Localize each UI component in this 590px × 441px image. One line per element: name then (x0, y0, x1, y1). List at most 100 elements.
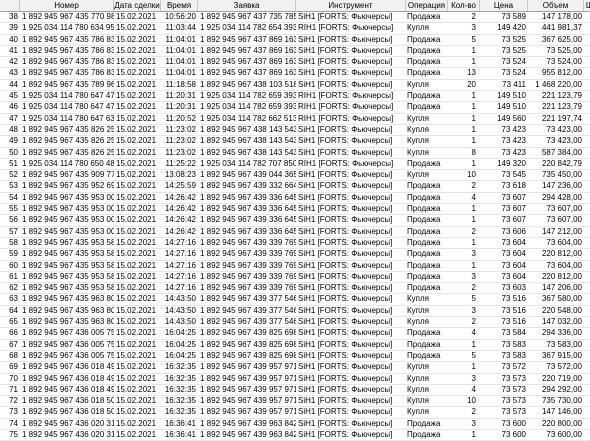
row-number: 64 (9, 305, 18, 315)
table-row[interactable]: 62 1 892 945 967 435 953 586 15.02.2021 14:… (0, 283, 590, 295)
cell-price: 73 584 (501, 328, 526, 338)
cell-instrument: SiH1 [FORTS: Фьючерсы] (298, 294, 393, 304)
cell-price: 73 607 (501, 192, 526, 202)
table-row[interactable]: 46 1 925 034 114 780 647 479 15.02.2021 11:… (0, 102, 590, 114)
cell-time: 11:04:01 (165, 45, 196, 55)
column-header-volume[interactable]: Объем (528, 0, 584, 11)
cell-number: 1 892 945 967 435 786 832 (22, 57, 114, 67)
cell-order: 1 925 034 114 782 662 513 (200, 113, 296, 123)
table-row[interactable]: 73 1 892 945 967 436 018 501 15.02.2021 16:… (0, 407, 590, 419)
table-row[interactable]: 56 1 892 945 967 435 953 006 15.02.2021 14:… (0, 215, 590, 227)
table-row[interactable]: 72 1 892 945 967 436 018 500 15.02.2021 16:… (0, 396, 590, 408)
cell-instrument: SiH1 [FORTS: Фьючерсы] (298, 350, 393, 360)
cell-volume: 73 600,00 (546, 429, 582, 439)
table-row[interactable]: 69 1 892 945 967 436 018 497 15.02.2021 16:… (0, 362, 590, 374)
cell-price: 73 516 (501, 317, 526, 327)
table-row[interactable]: 70 1 892 945 967 436 018 498 15.02.2021 16:… (0, 374, 590, 385)
table-row[interactable]: 63 1 892 945 967 435 963 800 15.02.2021 14:… (0, 294, 590, 306)
cell-price: 73 572 (501, 362, 526, 372)
table-row[interactable]: 52 1 892 945 967 435 909 770 15.02.2021 13:… (0, 170, 590, 182)
cell-number: 1 892 945 967 435 963 800 (22, 294, 114, 304)
cell-time: 14:25:59 (164, 181, 196, 191)
column-header-time[interactable]: Время (161, 0, 198, 11)
table-row[interactable]: 47 1 925 034 114 780 647 633 15.02.2021 11:… (0, 114, 590, 125)
column-header-number[interactable]: Номер (20, 0, 114, 11)
table-row[interactable]: 45 1 925 034 114 780 647 478 15.02.2021 11:… (0, 91, 590, 103)
column-header-instrument[interactable]: Инструмент (296, 0, 406, 11)
table-row[interactable]: 60 1 892 945 967 435 953 584 15.02.2021 14:… (0, 261, 590, 272)
cell-instrument: SiH1 [FORTS: Фьючерсы] (298, 181, 393, 191)
cell-qty: 3 (471, 373, 476, 383)
table-row[interactable]: 42 1 892 945 967 435 786 832 15.02.2021 11:… (0, 57, 590, 69)
cell-order: 1 892 945 967 439 332 664 (200, 181, 296, 191)
cell-price: 149 510 (497, 102, 526, 112)
cell-operation: Купля (407, 362, 429, 372)
table-row[interactable]: 68 1 892 945 967 436 005 752 15.02.2021 16:… (0, 350, 590, 363)
cell-volume: 955 812,00 (541, 68, 582, 78)
cell-operation: Продажа (407, 283, 441, 293)
column-header-order[interactable]: Заявка (198, 0, 296, 11)
cell-date: 15.02.2021 (116, 215, 157, 225)
table-row[interactable]: 55 1 892 945 967 435 953 005 15.02.2021 14:… (0, 204, 590, 216)
cell-price: 73 603 (501, 283, 526, 293)
cell-number: 1 892 945 967 435 953 585 (22, 271, 114, 281)
cell-number: 1 925 034 114 780 647 633 (22, 113, 114, 123)
table-row[interactable]: 71 1 892 945 967 436 018 499 15.02.2021 16:… (0, 385, 590, 397)
cell-date: 15.02.2021 (116, 204, 157, 214)
cell-qty: 1 (471, 237, 476, 247)
table-row[interactable]: 41 1 892 945 967 435 786 831 15.02.2021 11:… (0, 45, 590, 58)
cell-number: 1 892 945 967 436 018 500 (22, 396, 114, 406)
cell-instrument: SiH1 [FORTS: Фьючерсы] (298, 305, 393, 315)
column-header-price[interactable]: Цена (480, 0, 528, 11)
table-row[interactable]: 48 1 892 945 967 435 826 254 15.02.2021 11:… (0, 125, 590, 137)
row-number: 63 (9, 294, 18, 304)
column-header-qty[interactable]: Кол-во (448, 0, 480, 11)
row-number: 44 (9, 79, 18, 89)
column-header-operation[interactable]: Операция (406, 0, 448, 11)
column-header-extra[interactable]: Ш (584, 0, 590, 11)
table-row[interactable]: 58 1 892 945 967 435 953 582 15.02.2021 14:… (0, 237, 590, 250)
cell-price: 149 320 (497, 158, 526, 168)
cell-operation: Купля (407, 305, 429, 315)
cell-volume: 147 206,00 (541, 283, 582, 293)
table-row[interactable]: 75 1 892 945 967 436 020 317 15.02.2021 16:… (0, 430, 590, 441)
row-number: 38 (9, 12, 18, 21)
table-row[interactable]: 53 1 892 945 967 435 952 692 15.02.2021 14:… (0, 181, 590, 193)
cell-number: 1 892 945 967 436 018 497 (22, 362, 114, 372)
cell-operation: Продажа (407, 271, 441, 281)
cell-instrument: SiH1 [FORTS: Фьючерсы] (298, 396, 393, 406)
table-row[interactable]: 39 1 925 034 114 780 634 953 15.02.2021 11:… (0, 23, 590, 35)
table-row[interactable]: 61 1 892 945 967 435 953 585 15.02.2021 14:… (0, 271, 590, 284)
cell-qty: 5 (471, 294, 476, 304)
table-row[interactable]: 40 1 892 945 967 435 786 830 15.02.2021 11:… (0, 35, 590, 46)
cell-operation: Продажа (407, 339, 441, 349)
row-number: 61 (9, 271, 18, 281)
table-row[interactable]: 64 1 892 945 967 435 963 801 15.02.2021 14:… (0, 305, 590, 318)
table-row[interactable]: 65 1 892 945 967 435 963 802 15.02.2021 14:… (0, 317, 590, 329)
cell-qty: 1 (471, 204, 476, 214)
table-row[interactable]: 67 1 892 945 967 436 005 751 15.02.2021 16:… (0, 340, 590, 351)
table-row[interactable]: 54 1 892 945 967 435 953 004 15.02.2021 14:… (0, 192, 590, 205)
cell-price: 73 600 (501, 418, 526, 428)
cell-volume: 441 981,37 (541, 23, 582, 33)
table-row[interactable]: 59 1 892 945 967 435 953 583 15.02.2021 14:… (0, 249, 590, 261)
table-row[interactable]: 44 1 892 945 967 435 789 964 15.02.2021 11:… (0, 79, 590, 92)
cell-time: 11:04:01 (165, 68, 196, 78)
table-row[interactable]: 57 1 892 945 967 435 953 007 15.02.2021 14:… (0, 227, 590, 238)
table-row[interactable]: 49 1 892 945 967 435 826 258 15.02.2021 11:… (0, 136, 590, 148)
cell-volume: 221 123,79 (541, 91, 582, 101)
cell-qty: 1 (471, 102, 476, 112)
column-header-date[interactable]: Дата сделки (114, 0, 161, 11)
cell-order: 1 892 945 967 439 336 645 (200, 226, 296, 236)
cell-instrument: SiH1 [FORTS: Фьючерсы] (298, 147, 393, 157)
row-number: 41 (9, 45, 18, 55)
cell-volume: 294 428,00 (541, 192, 582, 202)
table-row[interactable]: 66 1 892 945 967 436 005 750 15.02.2021 16:… (0, 328, 590, 340)
table-row[interactable]: 50 1 892 945 967 435 826 259 15.02.2021 11:… (0, 148, 590, 159)
table-row[interactable]: 74 1 892 945 967 436 020 316 15.02.2021 16:… (0, 419, 590, 430)
cell-date: 15.02.2021 (116, 68, 157, 78)
table-row[interactable]: 38 1 892 945 967 435 770 981 15.02.2021 10:… (0, 12, 590, 24)
cell-instrument: SiH1 [FORTS: Фьючерсы] (298, 170, 393, 180)
table-row[interactable]: 51 1 925 034 114 780 650 489 15.02.2021 11:… (0, 158, 590, 171)
table-row[interactable]: 43 1 892 945 967 435 786 833 15.02.2021 11:… (0, 68, 590, 80)
